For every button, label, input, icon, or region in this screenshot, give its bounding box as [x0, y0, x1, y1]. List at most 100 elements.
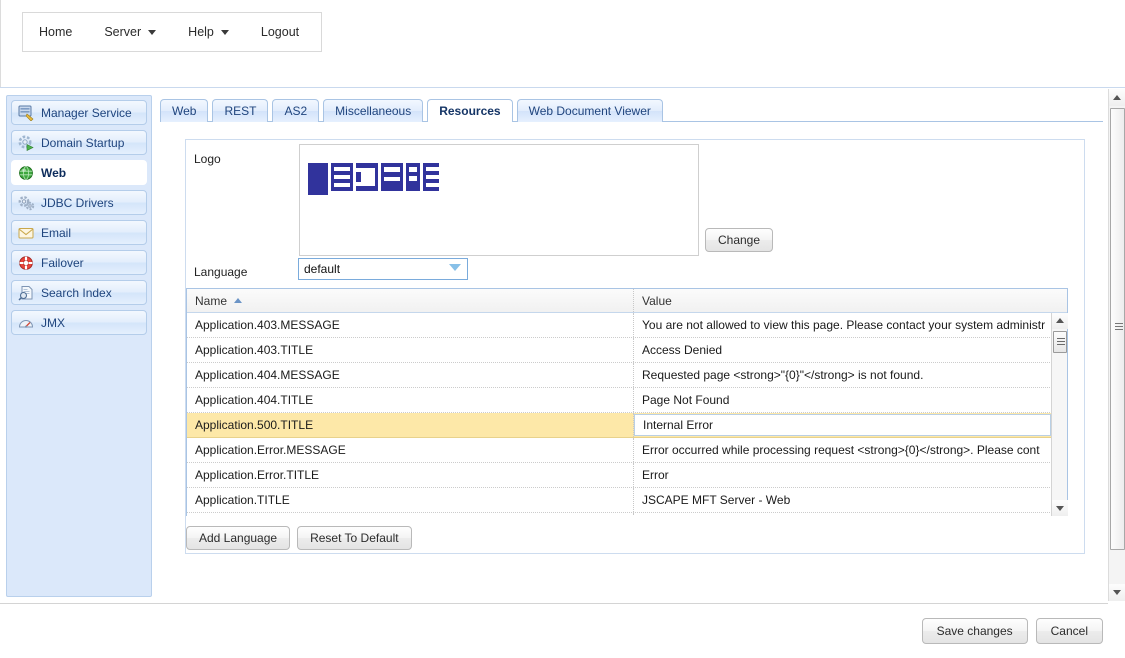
- thumb-grip-icon: [1057, 338, 1065, 345]
- gauge-icon: [18, 315, 35, 331]
- change-logo-button[interactable]: Change: [705, 228, 773, 252]
- sidebar-item-domain-startup[interactable]: Domain Startup: [11, 130, 147, 155]
- cell-value-editor[interactable]: Internal Error: [634, 414, 1051, 436]
- menu-item-help[interactable]: Help: [172, 13, 245, 51]
- logo-preview-box: [299, 144, 699, 256]
- table-row[interactable]: Application.TITLE JSCAPE MFT Server - We…: [187, 488, 1052, 513]
- tab-miscellaneous[interactable]: Miscellaneous: [323, 99, 424, 122]
- sidebar-item-label: Email: [41, 225, 72, 240]
- header-divider: [0, 87, 1125, 88]
- grid-body: Application.403.MESSAGE You are not allo…: [187, 313, 1052, 516]
- table-row[interactable]: Application.Error.MESSAGE Error occurred…: [187, 438, 1052, 463]
- tab-resources[interactable]: Resources: [427, 99, 513, 123]
- cell-value[interactable]: Page Not Found: [634, 388, 1052, 412]
- tab-bar: Web REST AS2 Miscellaneous Resources Web…: [160, 98, 1103, 123]
- grid-action-buttons: Add Language Reset To Default: [186, 526, 412, 550]
- table-row-selected[interactable]: Application.500.TITLE Internal Error: [187, 413, 1052, 438]
- cell-name: Application.Error.TITLE: [187, 463, 634, 487]
- application-page: Home Server Help Logout Manager Service …: [0, 0, 1125, 658]
- cell-name: Button.CANCEL: [187, 513, 634, 516]
- add-language-button[interactable]: Add Language: [186, 526, 291, 550]
- footer-buttons: Save changes Cancel: [921, 618, 1103, 644]
- save-changes-label: Save changes: [936, 624, 1013, 638]
- lifebuoy-icon: [18, 255, 35, 271]
- language-selected-value: default: [304, 262, 341, 276]
- reset-to-default-button[interactable]: Reset To Default: [297, 526, 412, 550]
- table-row[interactable]: Application.403.MESSAGE You are not allo…: [187, 313, 1052, 338]
- cell-name: Application.Error.MESSAGE: [187, 438, 634, 462]
- menu-item-server[interactable]: Server: [88, 13, 172, 51]
- content-area: Web REST AS2 Miscellaneous Resources Web…: [160, 89, 1103, 601]
- cell-value[interactable]: Error occurred while processing request …: [634, 438, 1052, 462]
- top-menu-bar: Home Server Help Logout: [22, 12, 322, 52]
- column-header-label: Name: [195, 293, 228, 308]
- table-row[interactable]: Button.CANCEL Cancel: [187, 513, 1052, 516]
- menu-item-logout[interactable]: Logout: [245, 13, 315, 51]
- sidebar-item-label: Failover: [41, 255, 84, 270]
- footer-divider: [0, 603, 1108, 604]
- tab-rest[interactable]: REST: [212, 99, 269, 122]
- scrollbar-thumb[interactable]: [1110, 108, 1125, 550]
- menu-item-home[interactable]: Home: [23, 13, 88, 51]
- add-language-label: Add Language: [199, 531, 278, 545]
- tab-label: AS2: [284, 104, 308, 118]
- page-vertical-scrollbar[interactable]: [1108, 89, 1125, 601]
- sidebar-item-search-index[interactable]: Search Index: [11, 280, 147, 305]
- sidebar-item-failover[interactable]: Failover: [11, 250, 147, 275]
- sidebar-item-label: Web: [41, 165, 67, 180]
- sidebar-item-label: JDBC Drivers: [41, 195, 114, 210]
- table-row[interactable]: Application.404.MESSAGE Requested page <…: [187, 363, 1052, 388]
- envelope-icon: [18, 225, 35, 241]
- scroll-down-arrow-icon[interactable]: [1052, 500, 1068, 516]
- cancel-button[interactable]: Cancel: [1035, 618, 1103, 644]
- sidebar-item-label: JMX: [41, 315, 65, 330]
- scroll-up-arrow-icon[interactable]: [1052, 313, 1068, 329]
- tab-as2[interactable]: AS2: [272, 99, 320, 122]
- tab-label: REST: [224, 104, 257, 118]
- sidebar-item-jmx[interactable]: JMX: [11, 310, 147, 335]
- cell-value[interactable]: Cancel: [634, 513, 1052, 516]
- jscape-logo: [308, 163, 439, 195]
- gear-play-icon: [18, 135, 35, 151]
- menu-item-label: Server: [104, 25, 142, 39]
- column-header-name[interactable]: Name: [187, 289, 634, 312]
- sidebar-item-email[interactable]: Email: [11, 220, 147, 245]
- cell-value[interactable]: Access Denied: [634, 338, 1052, 362]
- tab-label: Miscellaneous: [335, 104, 412, 118]
- language-select[interactable]: default: [298, 258, 468, 280]
- scroll-down-arrow-icon[interactable]: [1109, 584, 1125, 601]
- cell-name: Application.404.MESSAGE: [187, 363, 634, 387]
- language-label: Language: [194, 265, 248, 279]
- table-row[interactable]: Application.404.TITLE Page Not Found: [187, 388, 1052, 413]
- page-magnifier-icon: [18, 285, 35, 301]
- tab-web-document-viewer[interactable]: Web Document Viewer: [516, 99, 663, 122]
- scrollbar-thumb[interactable]: [1053, 331, 1067, 353]
- cell-value[interactable]: Requested page <strong>"{0}"</strong> is…: [634, 363, 1052, 387]
- sidebar-item-jdbc-drivers[interactable]: JDBC Drivers: [11, 190, 147, 215]
- logo-label: Logo: [194, 152, 221, 166]
- menu-item-label: Home: [39, 25, 73, 39]
- globe-icon: [18, 165, 35, 181]
- scroll-up-arrow-icon[interactable]: [1109, 89, 1125, 106]
- column-header-value[interactable]: Value: [634, 289, 1067, 312]
- gears-icon: [18, 195, 35, 211]
- change-logo-label: Change: [717, 233, 761, 247]
- cell-value[interactable]: JSCAPE MFT Server - Web: [634, 488, 1052, 512]
- cell-name: Application.404.TITLE: [187, 388, 634, 412]
- tab-label: Web: [172, 104, 197, 118]
- sidebar-item-label: Search Index: [41, 285, 112, 300]
- sidebar-item-manager-service[interactable]: Manager Service: [11, 100, 147, 125]
- table-row[interactable]: Application.Error.TITLE Error: [187, 463, 1052, 488]
- sidebar-item-label: Manager Service: [41, 105, 132, 120]
- grid-vertical-scrollbar[interactable]: [1051, 313, 1068, 516]
- cell-value[interactable]: Error: [634, 463, 1052, 487]
- main-shell: Manager Service Domain Startup Web JDBC …: [0, 89, 1125, 601]
- table-row[interactable]: Application.403.TITLE Access Denied: [187, 338, 1052, 363]
- tab-web[interactable]: Web: [160, 99, 209, 122]
- cell-value[interactable]: You are not allowed to view this page. P…: [634, 313, 1052, 337]
- chevron-down-icon: [220, 29, 229, 35]
- save-changes-button[interactable]: Save changes: [921, 618, 1028, 644]
- grid-header-row: Name Value: [187, 289, 1067, 313]
- cell-name: Application.500.TITLE: [187, 413, 634, 437]
- sidebar-item-web[interactable]: Web: [11, 160, 147, 185]
